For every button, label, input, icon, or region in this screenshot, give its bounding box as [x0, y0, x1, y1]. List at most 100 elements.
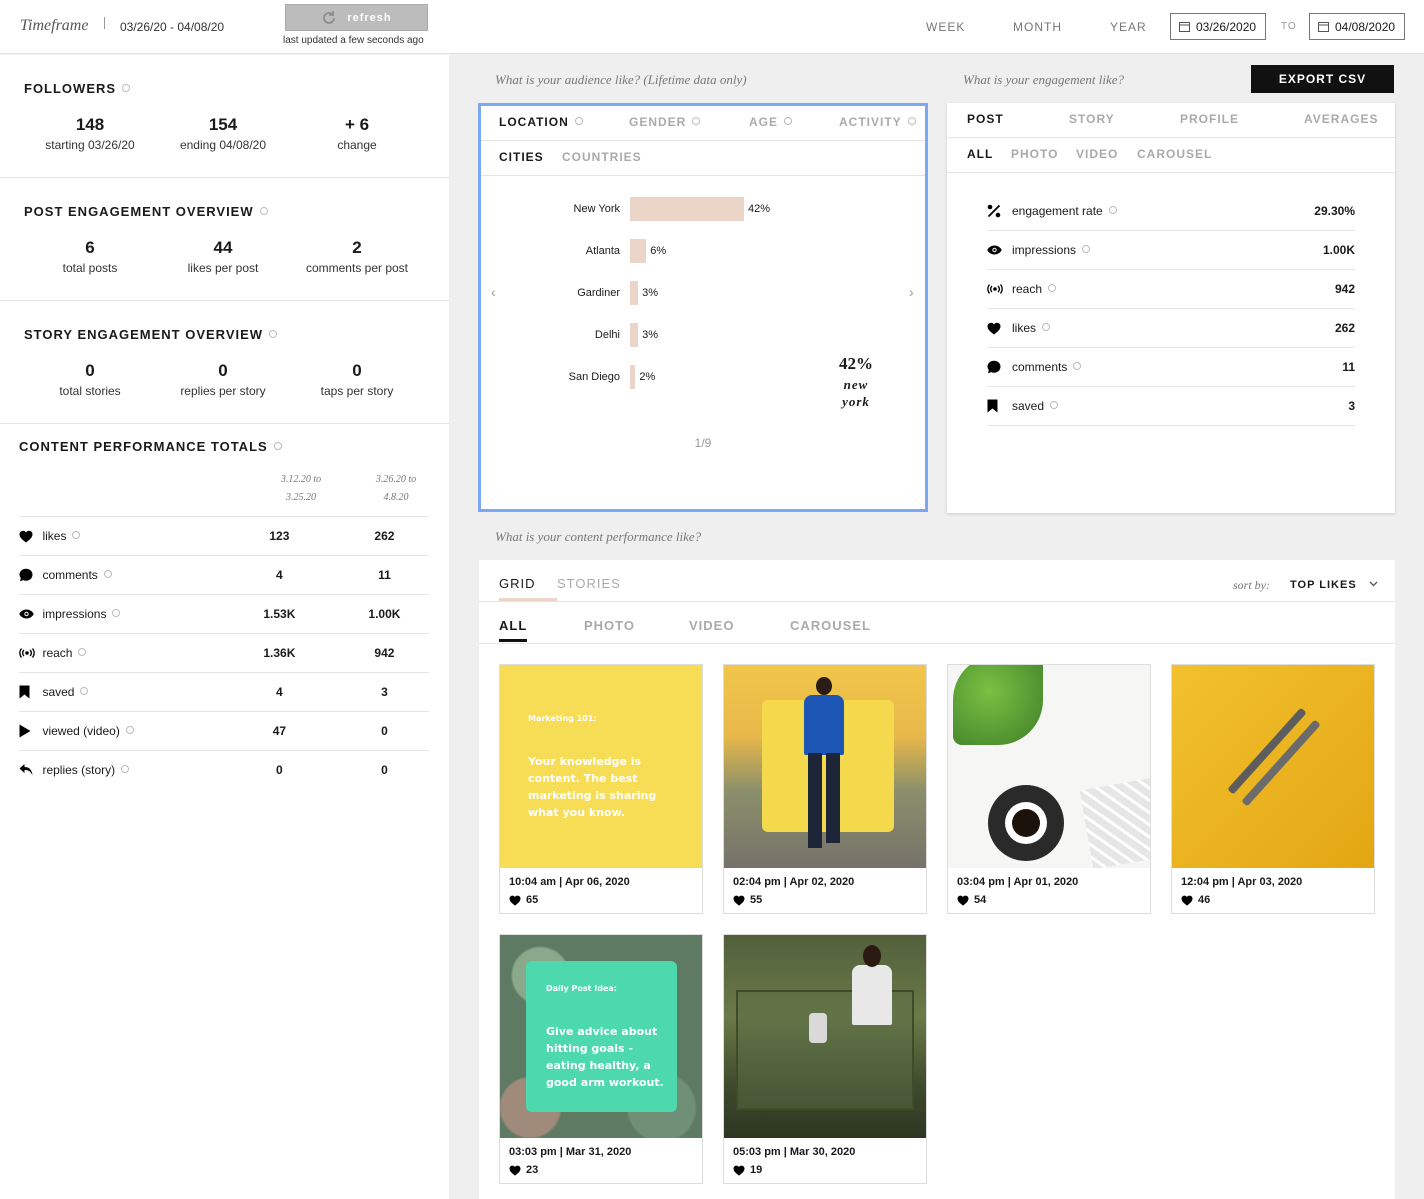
subtab-photo[interactable]: PHOTO: [1011, 147, 1076, 161]
post-likes: 65: [509, 894, 538, 906]
info-icon[interactable]: [80, 687, 89, 695]
to-label: TO: [1281, 21, 1297, 32]
period-year[interactable]: YEAR: [1110, 20, 1147, 34]
heart-icon: [733, 895, 745, 906]
metric-label: saved: [1012, 399, 1348, 413]
subtab-carousel[interactable]: CAROUSEL: [1137, 147, 1212, 161]
info-icon[interactable]: [125, 726, 134, 734]
bar: [630, 239, 647, 263]
row-label: reach: [42, 646, 248, 660]
end-date-input[interactable]: 04/08/2020: [1309, 13, 1405, 40]
chevron-right-icon[interactable]: ›: [909, 284, 914, 300]
tab-activity[interactable]: ACTIVITY: [839, 115, 929, 129]
post-engagement-section: POST ENGAGEMENT OVERVIEW 6 total posts 44…: [0, 178, 449, 301]
tab-stories[interactable]: STORIES: [557, 576, 621, 601]
export-csv-button[interactable]: EXPORT CSV: [1251, 65, 1394, 93]
eye-icon: [19, 609, 34, 619]
subtab-all[interactable]: ALL: [499, 618, 584, 642]
info-icon[interactable]: [259, 207, 268, 215]
column-header-current: 3.26.20 to 4.8.20: [375, 474, 417, 503]
value-current: 0: [381, 724, 388, 738]
broadcast-icon: [19, 648, 35, 658]
info-icon[interactable]: [122, 84, 131, 92]
post-card[interactable]: Daily Post Idea: Give advice about hitti…: [499, 934, 703, 1184]
tab-story[interactable]: STORY: [1069, 112, 1180, 126]
metric-impressions: impressions 1.00K: [987, 231, 1355, 270]
info-icon[interactable]: [1082, 245, 1091, 253]
start-date-input[interactable]: 03/26/2020: [1170, 13, 1266, 40]
timeframe-range: 03/26/20 - 04/08/20: [120, 20, 225, 34]
info-icon[interactable]: [269, 330, 278, 338]
start-date-value: 03/26/2020: [1196, 19, 1257, 34]
info-icon[interactable]: [112, 609, 121, 617]
bar: [630, 323, 639, 347]
info-icon[interactable]: [103, 570, 112, 578]
info-icon[interactable]: [784, 117, 793, 125]
comments-per-post: 2 comments per post: [305, 238, 409, 275]
period-month[interactable]: MONTH: [1013, 20, 1062, 34]
info-icon[interactable]: [574, 117, 583, 125]
total-stories: 0 total stories: [59, 361, 121, 398]
refresh-button[interactable]: refresh: [285, 4, 428, 31]
tab-age[interactable]: AGE: [749, 115, 839, 129]
sort-select[interactable]: TOP LIKES: [1290, 579, 1378, 591]
post-card[interactable]: Marketing 101: Your knowledge is content…: [499, 664, 703, 914]
tab-profile[interactable]: PROFILE: [1180, 112, 1304, 126]
pager: 1/9: [694, 436, 712, 450]
info-icon[interactable]: [1050, 401, 1059, 409]
subtab-cities[interactable]: CITIES: [499, 150, 562, 164]
highlight-value: 42%: [839, 354, 873, 373]
totals-row-viewed-video: viewed (video) 47 0: [19, 711, 429, 750]
tab-location[interactable]: LOCATION: [499, 115, 629, 129]
bookmark-icon: [19, 685, 30, 699]
info-icon[interactable]: [121, 765, 130, 773]
calendar-icon: [1179, 22, 1190, 32]
subtab-all[interactable]: ALL: [967, 147, 1011, 161]
engagement-subtabs: ALL PHOTO VIDEO CAROUSEL: [967, 147, 1212, 161]
period-week[interactable]: WEEK: [926, 20, 965, 34]
post-time: 05:03 pm | Mar 30, 2020: [733, 1146, 856, 1158]
highlight-city: new york: [842, 377, 870, 409]
post-card[interactable]: 02:04 pm | Apr 02, 2020 55: [723, 664, 927, 914]
info-icon[interactable]: [273, 442, 282, 450]
totals-row-reach: reach 1.36K 942: [19, 633, 429, 672]
metric-comments: comments 11: [987, 348, 1355, 387]
post-likes: 54: [957, 894, 986, 906]
info-icon[interactable]: [1048, 284, 1057, 292]
followers-change: + 6 change: [337, 115, 377, 152]
info-icon[interactable]: [72, 531, 81, 539]
calendar-icon: [1318, 22, 1329, 32]
bar-value-label: 6%: [650, 245, 667, 257]
tab-post[interactable]: POST: [967, 112, 1069, 126]
bar-label: New York: [573, 203, 620, 215]
subtab-photo[interactable]: PHOTO: [584, 618, 689, 642]
post-card[interactable]: 05:03 pm | Mar 30, 2020 19: [723, 934, 927, 1184]
bar-label: Delhi: [594, 329, 620, 341]
tab-averages[interactable]: AVERAGES: [1304, 112, 1378, 126]
bar-label: San Diego: [568, 371, 620, 383]
subtab-video[interactable]: VIDEO: [1076, 147, 1137, 161]
info-icon[interactable]: [1042, 323, 1051, 331]
value-previous: 0: [276, 763, 283, 777]
info-icon[interactable]: [1108, 206, 1117, 214]
metric-label: likes: [1012, 321, 1335, 335]
info-icon[interactable]: [78, 648, 87, 656]
info-icon[interactable]: [1073, 362, 1082, 370]
post-card[interactable]: 03:04 pm | Apr 01, 2020 54: [947, 664, 1151, 914]
heart-icon: [987, 322, 1001, 334]
info-icon[interactable]: [907, 117, 916, 125]
post-time: 12:04 pm | Apr 03, 2020: [1181, 876, 1303, 888]
info-icon[interactable]: [692, 117, 701, 125]
subtab-carousel[interactable]: CAROUSEL: [790, 618, 871, 642]
post-card[interactable]: 12:04 pm | Apr 03, 2020 46: [1171, 664, 1375, 914]
subtab-video[interactable]: VIDEO: [689, 618, 790, 642]
post-time: 03:03 pm | Mar 31, 2020: [509, 1146, 632, 1158]
tab-grid[interactable]: GRID: [499, 576, 557, 601]
tab-gender[interactable]: GENDER: [629, 115, 749, 129]
chevron-down-icon: [1369, 581, 1378, 587]
subtab-countries[interactable]: COUNTRIES: [562, 150, 642, 164]
top-bar: Timeframe 03/26/20 - 04/08/20 refresh la…: [0, 0, 1424, 54]
metric-value: 29.30%: [1314, 204, 1355, 218]
post-image: [724, 935, 926, 1138]
percent-icon: [987, 204, 1001, 218]
